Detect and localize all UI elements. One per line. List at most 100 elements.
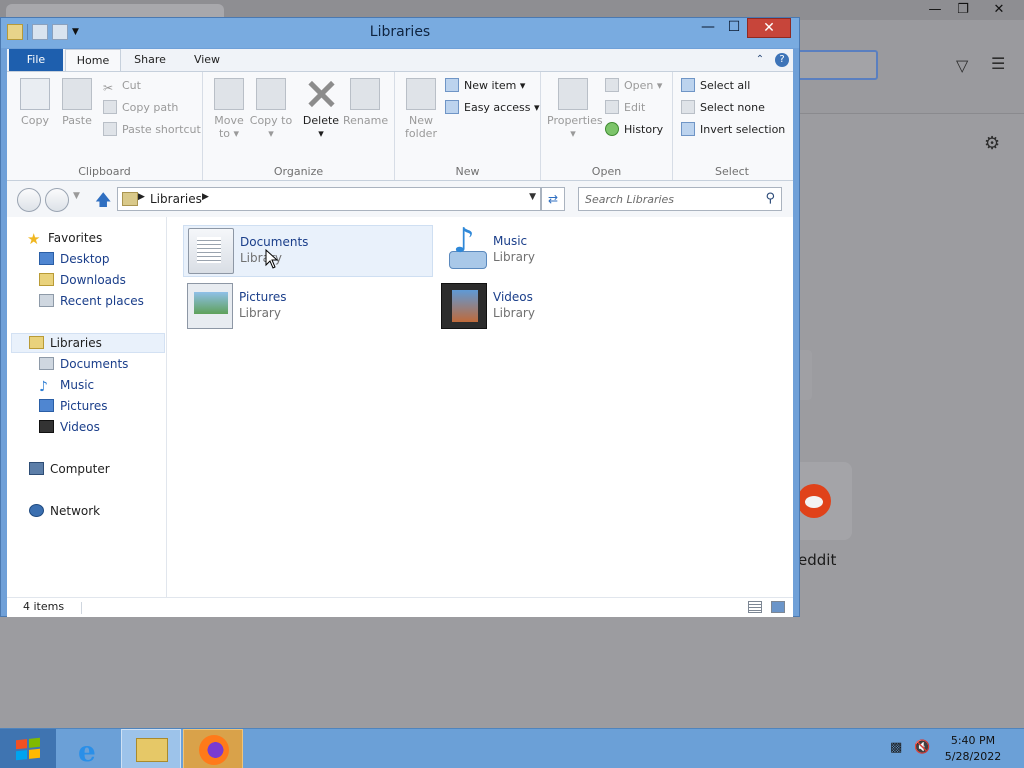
hamburger-menu-icon[interactable]: ☰	[991, 54, 1005, 73]
close-button[interactable]: ✕	[747, 18, 791, 38]
documents-icon	[39, 357, 54, 370]
browser-minimize-button[interactable]: —	[920, 0, 950, 20]
forward-button[interactable]	[45, 188, 69, 212]
select-none-icon	[681, 100, 695, 114]
clock[interactable]: 5:40 PM 5/28/2022	[930, 733, 1016, 765]
library-tile-pictures[interactable]: Pictures Library	[183, 281, 433, 333]
nav-desktop[interactable]: Desktop	[39, 249, 110, 269]
details-view-icon[interactable]	[748, 601, 762, 613]
select-all-label: Select all	[700, 79, 751, 92]
delete-button[interactable]: Delete ▾	[299, 78, 343, 140]
taskbar-firefox[interactable]	[183, 729, 243, 768]
network-tray-icon[interactable]: ▩	[890, 740, 902, 755]
title-bar[interactable]: ▼ Libraries — ☐ ✕	[1, 18, 799, 48]
recent-locations-chevron-icon[interactable]: ▼	[73, 191, 80, 201]
select-all-button[interactable]: Select all	[681, 76, 750, 96]
browser-restore-button[interactable]: ❐	[948, 0, 978, 20]
new-item-button[interactable]: New item ▾	[445, 76, 525, 96]
gear-icon[interactable]: ⚙	[984, 133, 1000, 154]
library-type: Library	[493, 306, 535, 320]
help-icon[interactable]: ?	[775, 53, 789, 67]
refresh-icon[interactable]: ⇄	[541, 187, 565, 211]
file-explorer-icon	[136, 738, 168, 762]
edit-button[interactable]: Edit	[605, 98, 645, 118]
tab-file[interactable]: File	[9, 49, 63, 71]
paste-shortcut-button[interactable]: Paste shortcut	[103, 120, 201, 140]
invert-selection-button[interactable]: Invert selection	[681, 120, 785, 140]
cut-button[interactable]: ✂ Cut	[103, 76, 141, 96]
back-button[interactable]	[17, 188, 41, 212]
copy-to-button[interactable]: Copy to ▾	[249, 78, 293, 140]
nav-pictures[interactable]: Pictures	[39, 396, 108, 416]
copy-button[interactable]: Copy	[13, 78, 57, 127]
new-item-icon	[445, 78, 459, 92]
nav-videos[interactable]: Videos	[39, 417, 100, 437]
paste-button[interactable]: Paste	[55, 78, 99, 127]
open-icon	[605, 78, 619, 92]
minimize-button[interactable]: —	[695, 18, 721, 38]
taskbar-file-explorer[interactable]	[121, 729, 181, 768]
breadcrumb-libraries[interactable]: Libraries	[150, 192, 202, 206]
library-tile-videos[interactable]: Videos Library	[437, 281, 687, 333]
large-icons-view-icon[interactable]	[771, 601, 785, 613]
breadcrumb-separator-icon[interactable]: ▶	[202, 192, 209, 202]
mouse-cursor-icon	[265, 249, 279, 269]
open-button[interactable]: Open ▾	[605, 76, 662, 96]
nav-pictures-label: Pictures	[60, 399, 108, 413]
address-bar[interactable]: ▶ Libraries ▶ ▼	[117, 187, 541, 211]
history-button[interactable]: History	[605, 120, 663, 140]
open-group: Properties ▾ Open ▾ Edit History Open	[541, 72, 673, 180]
breadcrumb-separator-icon[interactable]: ▶	[138, 192, 145, 202]
library-tile-music[interactable]: Music Library	[437, 221, 687, 277]
nav-documents[interactable]: Documents	[39, 354, 128, 374]
library-tile-documents[interactable]: Documents Library	[183, 225, 433, 277]
library-type: Library	[239, 306, 281, 320]
copy-path-icon	[103, 100, 117, 114]
address-dropdown-icon[interactable]: ▼	[529, 192, 536, 202]
paste-shortcut-label: Paste shortcut	[122, 123, 201, 136]
browser-close-button[interactable]: ✕	[984, 0, 1014, 20]
easy-access-button[interactable]: Easy access ▾	[445, 98, 540, 118]
taskbar-internet-explorer[interactable]: e	[60, 729, 120, 768]
library-name: Documents	[240, 235, 309, 249]
documents-library-icon	[188, 228, 234, 274]
clipboard-group-label: Clipboard	[78, 165, 131, 178]
library-name: Videos	[493, 290, 533, 304]
scissors-icon: ✂	[103, 81, 114, 95]
move-to-button[interactable]: Move to ▾	[207, 78, 251, 140]
libraries-folder-icon	[122, 192, 138, 206]
nav-network[interactable]: Network	[29, 501, 100, 521]
tab-share[interactable]: Share	[125, 49, 175, 71]
search-input[interactable]	[585, 188, 755, 210]
nav-downloads[interactable]: Downloads	[39, 270, 126, 290]
windows-logo-icon	[16, 737, 40, 761]
start-button[interactable]	[0, 729, 56, 768]
nav-libraries[interactable]: Libraries	[29, 333, 102, 353]
nav-favorites[interactable]: ★ Favorites	[27, 228, 102, 248]
nav-libraries-label: Libraries	[50, 336, 102, 350]
downloads-icon	[39, 273, 54, 286]
new-folder-button[interactable]: New folder	[399, 78, 443, 140]
ribbon-tab-bar: File Home Share View ⌃ ?	[7, 49, 793, 71]
search-icon[interactable]: ⚲	[765, 191, 775, 206]
properties-button[interactable]: Properties ▾	[547, 78, 603, 140]
volume-muted-icon[interactable]: 🔇	[914, 740, 930, 755]
desktop-icon	[39, 252, 54, 265]
search-box[interactable]: ⚲	[578, 187, 782, 211]
tab-home[interactable]: Home	[65, 49, 121, 71]
pictures-library-icon	[187, 283, 233, 329]
tab-view[interactable]: View	[179, 49, 235, 71]
library-type: Library	[493, 250, 535, 264]
browser-url-bar[interactable]	[790, 50, 878, 80]
item-count: 4 items	[23, 600, 65, 613]
maximize-button[interactable]: ☐	[721, 18, 747, 38]
up-arrow-icon[interactable]: 🡅	[95, 189, 111, 216]
nav-recent-places[interactable]: Recent places	[39, 291, 144, 311]
chevron-up-icon[interactable]: ⌃	[753, 53, 767, 67]
nav-music[interactable]: ♪ Music	[39, 375, 94, 395]
nav-computer[interactable]: Computer	[29, 459, 110, 479]
copy-path-button[interactable]: Copy path	[103, 98, 178, 118]
select-none-button[interactable]: Select none	[681, 98, 765, 118]
pocket-icon[interactable]: ▽	[956, 56, 968, 75]
rename-button[interactable]: Rename	[343, 78, 388, 127]
